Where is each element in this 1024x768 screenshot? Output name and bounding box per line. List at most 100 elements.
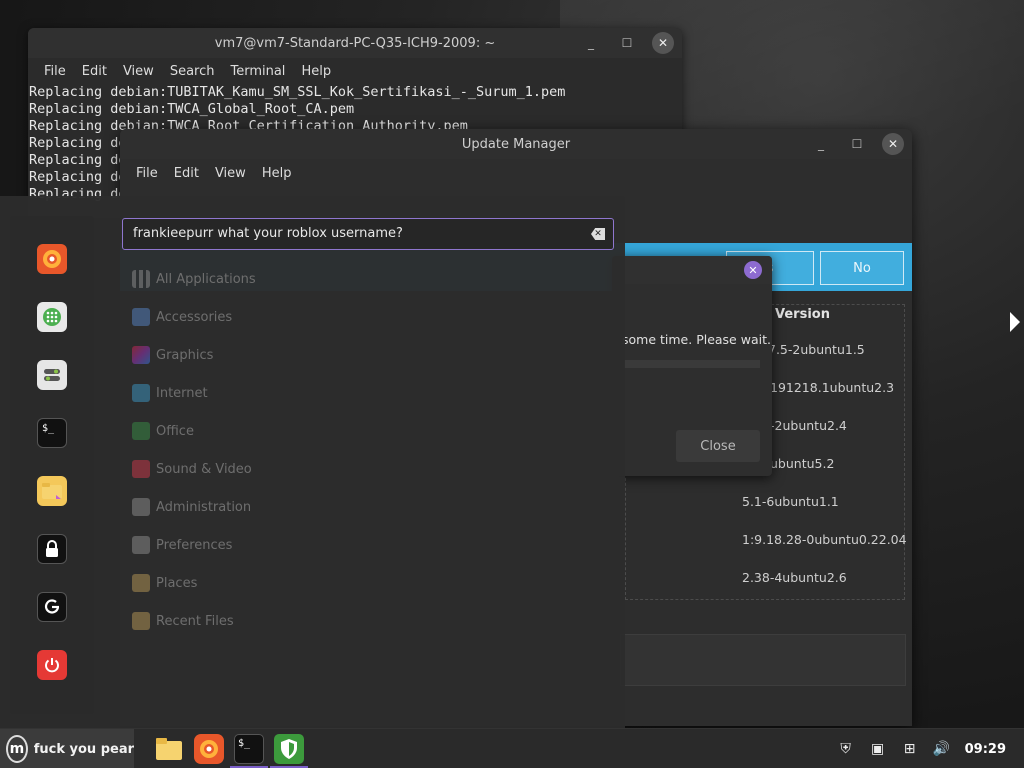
version-column-header[interactable]: Version <box>775 307 830 322</box>
category-preferences[interactable]: Preferences <box>132 534 232 556</box>
update-manager-menubar: File Edit View Help <box>120 159 912 187</box>
start-menu-button[interactable]: m fuck you pear <box>0 729 134 768</box>
terminal-menubar: File Edit View Search Terminal Help <box>28 58 682 84</box>
menu-view[interactable]: View <box>115 64 162 79</box>
description-panel <box>620 634 906 686</box>
power-icon[interactable] <box>37 650 67 680</box>
banner-no-button[interactable]: No <box>820 251 904 285</box>
menu-terminal[interactable]: Terminal <box>222 64 293 79</box>
close-button[interactable]: ✕ <box>882 133 904 155</box>
category-sound-video[interactable]: Sound & Video <box>132 458 252 480</box>
sound-video-icon <box>132 460 150 478</box>
dialog-close-button[interactable]: Close <box>676 430 760 462</box>
dialog-titlebar[interactable]: ✕ <box>612 256 772 284</box>
category-all-applications[interactable]: All Applications <box>132 268 256 290</box>
category-label: Office <box>156 423 194 439</box>
minimize-button[interactable]: _ <box>580 32 602 54</box>
category-label: Sound & Video <box>156 461 252 477</box>
terminal-line: Replacing debian:TWCA_Global_Root_CA.pem <box>29 101 355 117</box>
category-label: Recent Files <box>156 613 234 629</box>
category-graphics[interactable]: Graphics <box>132 344 213 366</box>
close-button[interactable]: ✕ <box>652 32 674 54</box>
version-cell: -2ubuntu2.4 <box>770 418 847 433</box>
calculator-icon[interactable] <box>37 302 67 332</box>
clock[interactable]: 09:29 <box>965 742 1006 757</box>
menu-edit[interactable]: Edit <box>166 166 207 181</box>
firefox-icon[interactable] <box>37 244 67 274</box>
mint-logo-icon: m <box>6 735 28 763</box>
minimize-button[interactable]: _ <box>810 133 832 155</box>
search-input[interactable]: frankieepurr what your roblox username? … <box>122 218 614 250</box>
office-icon <box>132 422 150 440</box>
terminal-title: vm7@vm7-Standard-PC-Q35-ICH9-2009: ~ <box>214 35 496 51</box>
lock-icon[interactable] <box>37 534 67 564</box>
menu-file[interactable]: File <box>36 64 74 79</box>
update-manager-titlebar[interactable]: Update Manager _ ☐ ✕ <box>120 129 912 159</box>
category-label: Administration <box>156 499 252 515</box>
taskbar-terminal-icon[interactable]: $_ <box>234 734 264 764</box>
folder-icon[interactable] <box>37 476 67 506</box>
preferences-icon <box>132 536 150 554</box>
taskbar-shield-icon[interactable] <box>274 734 304 764</box>
favorites-sidebar: $_ <box>10 216 94 714</box>
shield-tray-icon[interactable]: ⛨ <box>837 740 855 758</box>
taskbar-firefox-icon[interactable] <box>194 734 224 764</box>
grid-icon <box>132 270 150 288</box>
maximize-button[interactable]: ☐ <box>846 133 868 155</box>
category-label: Internet <box>156 385 208 401</box>
category-internet[interactable]: Internet <box>132 382 208 404</box>
menu-search[interactable]: Search <box>162 64 223 79</box>
category-label: Places <box>156 575 198 591</box>
dialog-message: some time. Please wait. <box>622 332 771 347</box>
update-manager-title: Update Manager <box>461 136 571 152</box>
administration-icon <box>132 498 150 516</box>
menu-help[interactable]: Help <box>254 166 300 181</box>
places-folder-icon <box>132 574 150 592</box>
menu-view[interactable]: View <box>207 166 254 181</box>
clipboard-tray-icon[interactable]: ▣ <box>869 740 887 758</box>
category-places[interactable]: Places <box>132 572 197 594</box>
category-label: Graphics <box>156 347 214 363</box>
version-cell: 5.1-6ubuntu1.1 <box>742 494 839 509</box>
update-manager-window-controls: _ ☐ ✕ <box>810 129 904 159</box>
logout-icon[interactable] <box>37 592 67 622</box>
progress-dialog[interactable]: ✕ some time. Please wait. Close <box>612 256 772 476</box>
graphics-icon <box>132 346 150 364</box>
system-tray: ⛨ ▣ ⊞ 🔊 09:29 <box>837 729 1024 768</box>
search-input-value: frankieepurr what your roblox username? <box>133 226 403 241</box>
volume-tray-icon[interactable]: 🔊 <box>933 740 951 758</box>
mouse-pointer <box>1010 312 1020 332</box>
version-cell: 1:9.18.28-0ubuntu0.22.04 <box>742 532 907 547</box>
dialog-close-icon[interactable]: ✕ <box>744 261 762 279</box>
terminal-line: Replacing debian:TUBITAK_Kamu_SM_SSL_Kok… <box>29 84 566 100</box>
category-label: All Applications <box>156 271 256 287</box>
start-menu-label: fuck you pear <box>33 741 134 757</box>
taskbar-folder-icon[interactable] <box>154 734 184 764</box>
category-accessories[interactable]: Accessories <box>132 306 232 328</box>
version-cell: 2.38-4ubuntu2.6 <box>742 570 847 585</box>
progress-bar <box>624 360 760 368</box>
terminal-titlebar[interactable]: vm7@vm7-Standard-PC-Q35-ICH9-2009: ~ _ ☐… <box>28 28 682 58</box>
version-cell: ubuntu5.2 <box>770 456 835 471</box>
category-office[interactable]: Office <box>132 420 194 442</box>
application-menu[interactable]: $_ frankieepurr what your roblox usernam… <box>0 196 625 728</box>
taskbar: m fuck you pear $_ ⛨ ▣ ⊞ 🔊 09:29 <box>0 728 1024 768</box>
terminal-window-controls: _ ☐ ✕ <box>580 28 674 58</box>
category-label: Accessories <box>156 309 233 325</box>
maximize-button[interactable]: ☐ <box>616 32 638 54</box>
version-cell: 7.5-2ubuntu1.5 <box>768 342 865 357</box>
accessories-icon <box>132 308 150 326</box>
menu-edit[interactable]: Edit <box>74 64 115 79</box>
menu-help[interactable]: Help <box>293 64 339 79</box>
internet-icon <box>132 384 150 402</box>
network-tray-icon[interactable]: ⊞ <box>901 740 919 758</box>
terminal-icon[interactable]: $_ <box>37 418 67 448</box>
clear-search-icon[interactable]: ✕ <box>591 228 605 240</box>
menu-file[interactable]: File <box>128 166 166 181</box>
recent-files-folder-icon <box>132 612 150 630</box>
settings-icon[interactable] <box>37 360 67 390</box>
version-cell: 191218.1ubuntu2.3 <box>770 380 895 395</box>
category-recent-files[interactable]: Recent Files <box>132 610 234 632</box>
category-administration[interactable]: Administration <box>132 496 251 518</box>
category-label: Preferences <box>156 537 233 553</box>
